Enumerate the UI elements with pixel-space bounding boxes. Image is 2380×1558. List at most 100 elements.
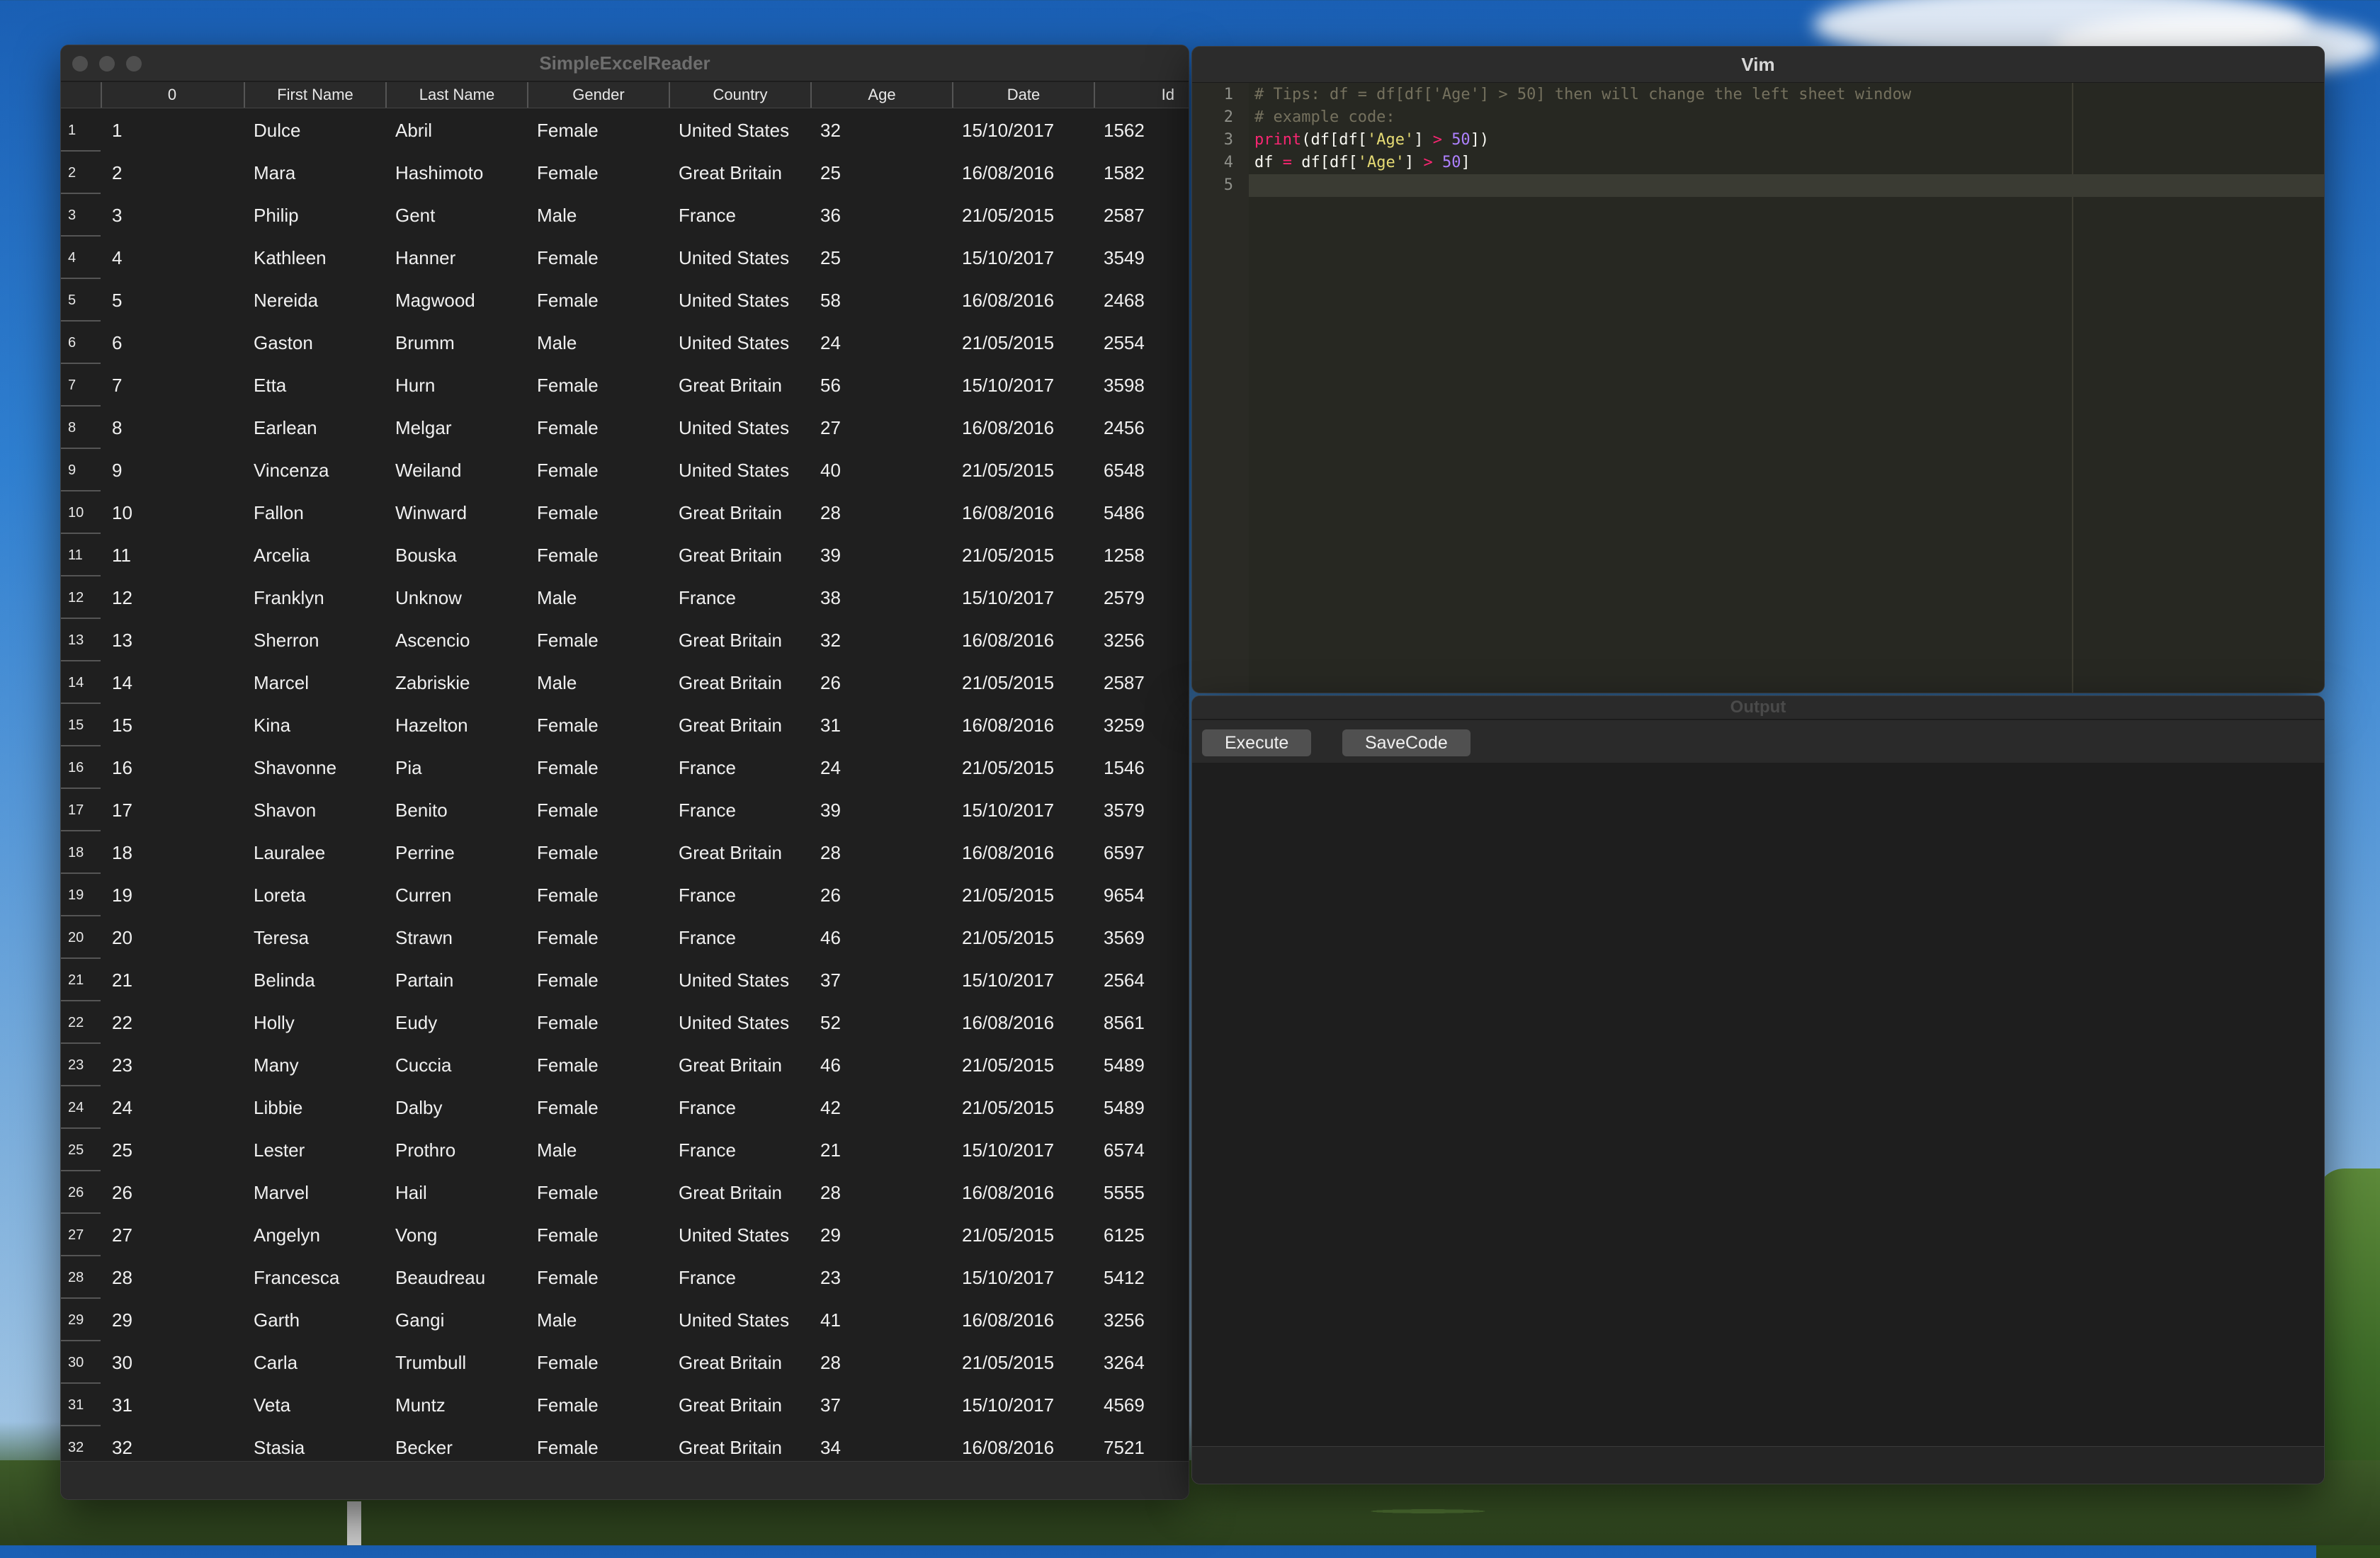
table-cell[interactable]: France [679,1086,736,1129]
table-cell[interactable]: 24 [820,322,841,364]
table-cell[interactable]: Shavon [254,789,316,831]
table-cell[interactable]: Great Britain [679,619,782,661]
table-cell[interactable]: 21/05/2015 [962,1044,1054,1086]
table-cell[interactable]: 16/08/2016 [962,831,1054,874]
table-cell[interactable]: 11 [112,534,131,576]
table-cell[interactable]: 56 [820,364,841,406]
code-line[interactable]: # example code: [1254,106,1395,129]
table-cell[interactable]: Female [537,279,599,322]
table-row[interactable]: 3 3 Philip Gent Male France 36 21/05/2015 2587 [61,194,1189,237]
table-cell[interactable]: Great Britain [679,1171,782,1214]
table-cell[interactable]: 5555 [1104,1171,1145,1214]
table-cell[interactable]: 21 [820,1129,841,1171]
table-cell[interactable]: 30 [112,1341,132,1384]
table-cell[interactable]: Female [537,237,599,279]
table-cell[interactable]: 3579 [1104,789,1145,831]
table-cell[interactable]: 15/10/2017 [962,1256,1054,1299]
table-cell[interactable]: 46 [820,916,841,959]
table-row[interactable]: 13 13 Sherron Ascencio Female Great Britain 32… [61,619,1189,661]
table-cell[interactable]: 24 [820,746,841,789]
table-cell[interactable]: Female [537,1086,599,1129]
table-cell[interactable]: 21/05/2015 [962,1086,1054,1129]
table-cell[interactable]: Fallon [254,491,304,534]
row-number[interactable]: 8 [61,406,101,449]
table-cell[interactable]: France [679,1129,736,1171]
table-cell[interactable]: Zabriskie [395,661,470,704]
table-cell[interactable]: 28 [112,1256,132,1299]
table-cell[interactable]: France [679,916,736,959]
table-cell[interactable]: 28 [820,1341,841,1384]
table-cell[interactable]: Female [537,746,599,789]
table-cell[interactable]: Hanner [395,237,455,279]
table-row[interactable]: 14 14 Marcel Zabriskie Male Great Britain 26 21… [61,661,1189,704]
table-cell[interactable]: 18 [112,831,132,874]
row-number[interactable]: 11 [61,534,101,576]
table-row[interactable]: 10 10 Fallon Winward Female Great Britain 28 16… [61,491,1189,534]
table-cell[interactable]: Angelyn [254,1214,320,1256]
table-cell[interactable]: Male [537,661,577,704]
row-number[interactable]: 13 [61,619,101,661]
table-cell[interactable]: 21/05/2015 [962,194,1054,237]
table-cell[interactable]: 32 [820,619,841,661]
row-number[interactable]: 20 [61,916,101,959]
table-cell[interactable]: 9 [112,449,122,491]
row-number[interactable]: 7 [61,364,101,406]
table-cell[interactable]: 39 [820,534,841,576]
table-cell[interactable]: 5489 [1104,1044,1145,1086]
table-cell[interactable]: Female [537,619,599,661]
table-row[interactable]: 1 1 Dulce Abril Female United States 32 15/10/2… [61,109,1189,152]
table-cell[interactable]: 29 [112,1299,132,1341]
table-cell[interactable]: 34 [820,1426,841,1462]
row-number[interactable]: 1 [61,109,101,152]
table-cell[interactable]: 46 [820,1044,841,1086]
table-cell[interactable]: 27 [820,406,841,449]
row-number[interactable]: 12 [61,576,101,619]
column-header[interactable]: 0 [101,82,242,108]
table-row[interactable]: 32 32 Stasia Becker Female Great Britain 34 16/… [61,1426,1189,1462]
table-row[interactable]: 12 12 Franklyn Unknow Male France 38 15/10/2017… [61,576,1189,619]
table-row[interactable]: 8 8 Earlean Melgar Female United States 27 16/0… [61,406,1189,449]
table-cell[interactable]: Hail [395,1171,427,1214]
table-cell[interactable]: 10 [112,491,132,534]
table-cell[interactable]: 32 [820,109,841,152]
table-cell[interactable]: 40 [820,449,841,491]
table-cell[interactable]: Hazelton [395,704,468,746]
horizontal-scrollbar[interactable] [61,1461,1189,1499]
table-cell[interactable]: 8 [112,406,122,449]
table-cell[interactable]: Benito [395,789,448,831]
table-cell[interactable]: 2564 [1104,959,1145,1001]
table-cell[interactable]: 36 [820,194,841,237]
output-area[interactable] [1192,763,2324,1447]
table-cell[interactable]: 16/08/2016 [962,704,1054,746]
table-row[interactable]: 23 23 Many Cuccia Female Great Britain 46 21/05… [61,1044,1189,1086]
table-cell[interactable]: United States [679,279,789,322]
row-number[interactable]: 14 [61,661,101,704]
table-cell[interactable]: 1562 [1104,109,1145,152]
table-cell[interactable]: Weiland [395,449,461,491]
table-cell[interactable]: 1546 [1104,746,1145,789]
table-row[interactable]: 9 9 Vincenza Weiland Female United States 40 21… [61,449,1189,491]
row-number[interactable]: 30 [61,1341,101,1384]
row-number[interactable]: 25 [61,1129,101,1171]
table-cell[interactable]: Female [537,1384,599,1426]
table-cell[interactable]: United States [679,109,789,152]
column-header[interactable]: First Name [244,82,385,108]
table-cell[interactable]: Eudy [395,1001,437,1044]
table-cell[interactable]: 15/10/2017 [962,576,1054,619]
table-cell[interactable]: Great Britain [679,491,782,534]
table-cell[interactable]: Many [254,1044,299,1086]
table-cell[interactable]: Female [537,1171,599,1214]
table-row[interactable]: 4 4 Kathleen Hanner Female United States 25 15/… [61,237,1189,279]
table-cell[interactable]: Great Britain [679,1044,782,1086]
table-row[interactable]: 29 29 Garth Gangi Male United States 41 16/08/2… [61,1299,1189,1341]
table-cell[interactable]: France [679,746,736,789]
table-cell[interactable]: Female [537,406,599,449]
table-cell[interactable]: 37 [820,959,841,1001]
table-cell[interactable]: 3 [112,194,122,237]
table-cell[interactable]: Earlean [254,406,317,449]
table-cell[interactable]: Female [537,1341,599,1384]
column-header[interactable]: Date [952,82,1094,108]
table-cell[interactable]: Gent [395,194,435,237]
table-cell[interactable]: Perrine [395,831,455,874]
table-cell[interactable]: 7521 [1104,1426,1145,1462]
